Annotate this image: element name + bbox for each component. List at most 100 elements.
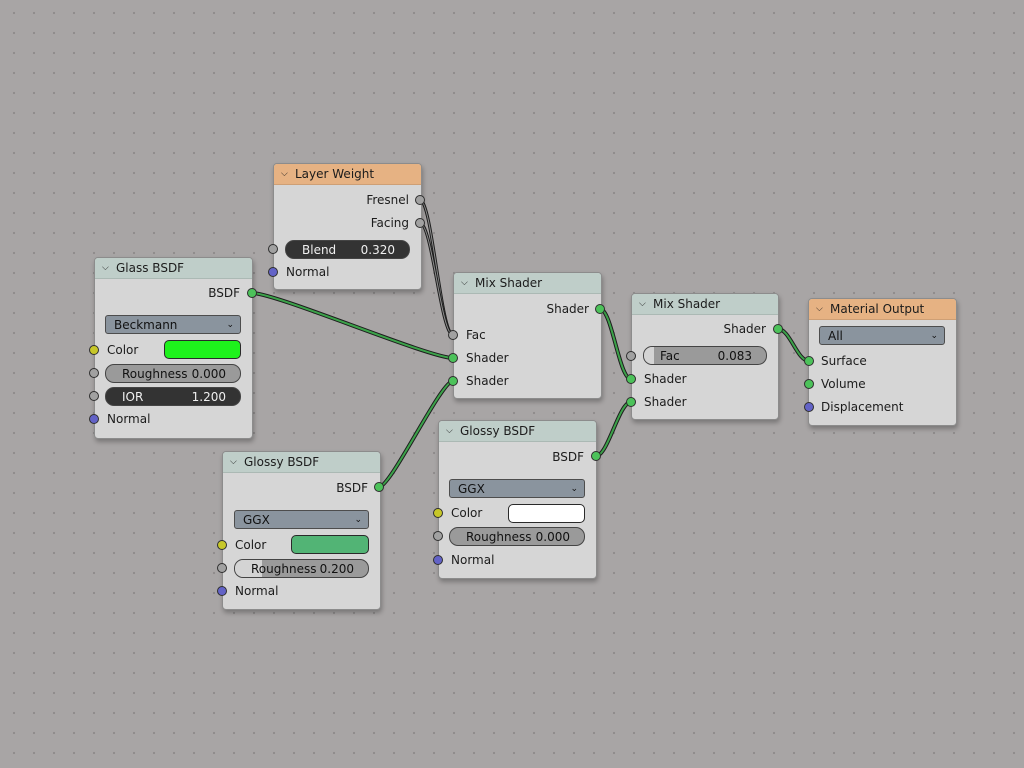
glossy-bsdf-header[interactable]: ⌵ Glossy BSDF (223, 452, 380, 473)
color-input-socket[interactable] (217, 540, 227, 550)
ior-field[interactable]: IOR 1.200 (105, 387, 241, 406)
normal-input-label: Normal (451, 553, 495, 567)
chevron-down-icon[interactable]: ⌵ (446, 421, 458, 441)
shader-b-input-label: Shader (644, 395, 687, 409)
mix-shader-header[interactable]: ⌵ Mix Shader (632, 294, 778, 315)
normal-input-socket[interactable] (268, 267, 278, 277)
bsdf-output-socket[interactable] (374, 482, 384, 492)
roughness-field[interactable]: Roughness 0.000 (105, 364, 241, 383)
shader-output-label: Shader (723, 322, 766, 336)
color-input-socket[interactable] (433, 508, 443, 518)
roughness-input-socket[interactable] (433, 531, 443, 541)
surface-input-label: Surface (821, 354, 867, 368)
mix-shader-header[interactable]: ⌵ Mix Shader (454, 273, 601, 294)
layer-weight-header[interactable]: ⌵ Layer Weight (274, 164, 421, 185)
chevron-down-icon: ⌄ (226, 320, 234, 330)
chevron-down-icon: ⌄ (930, 331, 938, 341)
color-swatch[interactable] (164, 340, 241, 359)
roughness-field[interactable]: Roughness 0.000 (449, 527, 585, 546)
glass-bsdf-header[interactable]: ⌵ Glass BSDF (95, 258, 252, 279)
node-title: Layer Weight (295, 167, 375, 181)
fresnel-output-socket[interactable] (415, 195, 425, 205)
fac-label: Fac (660, 349, 680, 363)
chevron-down-icon[interactable]: ⌵ (102, 258, 114, 278)
fac-input-socket[interactable] (448, 330, 458, 340)
facing-output-socket[interactable] (415, 218, 425, 228)
fac-field[interactable]: Fac 0.083 (643, 346, 767, 365)
mix-shader-node[interactable]: ⌵ Mix Shader Shader Fac 0.083 Shader Shad… (631, 293, 779, 420)
chevron-down-icon[interactable]: ⌵ (461, 273, 473, 293)
bsdf-output-socket[interactable] (591, 451, 601, 461)
node-title: Glossy BSDF (460, 424, 536, 438)
normal-input-label: Normal (286, 265, 330, 279)
color-swatch[interactable] (508, 504, 585, 523)
link-glossy2-to-mix2-b[interactable] (595, 401, 632, 457)
layer-weight-node[interactable]: ⌵ Layer Weight Fresnel Facing Blend 0.320… (273, 163, 422, 290)
normal-input-label: Normal (107, 412, 151, 426)
glossy-bsdf-header[interactable]: ⌵ Glossy BSDF (439, 421, 596, 442)
shader-b-input-socket[interactable] (448, 376, 458, 386)
roughness-label: Roughness (466, 530, 532, 544)
volume-input-socket[interactable] (804, 379, 814, 389)
node-title: Glossy BSDF (244, 455, 320, 469)
roughness-input-socket[interactable] (89, 368, 99, 378)
distribution-dropdown[interactable]: Beckmann ⌄ (105, 315, 241, 334)
shader-b-input-socket[interactable] (626, 397, 636, 407)
chevron-down-icon[interactable]: ⌵ (639, 294, 651, 314)
chevron-down-icon[interactable]: ⌵ (281, 164, 293, 184)
material-output-node[interactable]: ⌵ Material Output All ⌄ Surface Volume Di… (808, 298, 957, 426)
roughness-label: Roughness (251, 562, 317, 576)
distribution-value: GGX (458, 482, 485, 496)
shader-a-input-label: Shader (466, 351, 509, 365)
link-glass-to-mix-a[interactable] (251, 292, 454, 359)
glossy-bsdf-node[interactable]: ⌵ Glossy BSDF BSDF GGX ⌄ Color Roughness … (222, 451, 381, 610)
blend-input-socket[interactable] (268, 244, 278, 254)
shader-a-input-socket[interactable] (626, 374, 636, 384)
fac-input-label: Fac (466, 328, 486, 342)
shader-output-socket[interactable] (595, 304, 605, 314)
color-swatch[interactable] (291, 535, 369, 554)
link-mix2-to-surface[interactable] (777, 328, 810, 362)
link-mix1-to-mix2-a[interactable] (599, 308, 632, 380)
ior-value: 1.200 (191, 390, 226, 404)
volume-input-label: Volume (821, 377, 866, 391)
distribution-dropdown[interactable]: GGX ⌄ (449, 479, 585, 498)
roughness-input-socket[interactable] (217, 563, 227, 573)
target-dropdown[interactable]: All ⌄ (819, 326, 945, 345)
roughness-field[interactable]: Roughness 0.200 (234, 559, 369, 578)
distribution-value: Beckmann (114, 318, 178, 332)
chevron-down-icon[interactable]: ⌵ (816, 299, 828, 319)
normal-input-socket[interactable] (217, 586, 227, 596)
bsdf-output-socket[interactable] (247, 288, 257, 298)
fac-fill (644, 347, 655, 364)
displacement-input-socket[interactable] (804, 402, 814, 412)
glossy-bsdf-node[interactable]: ⌵ Glossy BSDF BSDF GGX ⌄ Color Roughness … (438, 420, 597, 579)
blend-field[interactable]: Blend 0.320 (285, 240, 410, 259)
normal-input-socket[interactable] (89, 414, 99, 424)
shader-output-socket[interactable] (773, 324, 783, 334)
roughness-value: 0.000 (535, 530, 570, 544)
ior-input-socket[interactable] (89, 391, 99, 401)
mix-shader-node[interactable]: ⌵ Mix Shader Shader Fac Shader Shader (453, 272, 602, 399)
roughness-label: Roughness (122, 367, 188, 381)
node-title: Glass BSDF (116, 261, 185, 275)
chevron-down-icon[interactable]: ⌵ (230, 452, 242, 472)
blend-value: 0.320 (360, 243, 395, 257)
roughness-value: 0.000 (191, 367, 226, 381)
normal-input-socket[interactable] (433, 555, 443, 565)
glass-bsdf-node[interactable]: ⌵ Glass BSDF BSDF Beckmann ⌄ Color Roughn… (94, 257, 253, 439)
shader-a-input-socket[interactable] (448, 353, 458, 363)
shader-a-input-label: Shader (644, 372, 687, 386)
displacement-input-label: Displacement (821, 400, 904, 414)
surface-input-socket[interactable] (804, 356, 814, 366)
distribution-dropdown[interactable]: GGX ⌄ (234, 510, 369, 529)
link-fresnel-to-fac[interactable] (419, 199, 454, 336)
bsdf-output-label: BSDF (552, 450, 584, 464)
normal-input-label: Normal (235, 584, 279, 598)
color-input-socket[interactable] (89, 345, 99, 355)
link-facing-to-fac[interactable] (419, 222, 454, 336)
fac-input-socket[interactable] (626, 351, 636, 361)
ior-label: IOR (122, 390, 144, 404)
material-output-header[interactable]: ⌵ Material Output (809, 299, 956, 320)
bsdf-output-label: BSDF (208, 286, 240, 300)
